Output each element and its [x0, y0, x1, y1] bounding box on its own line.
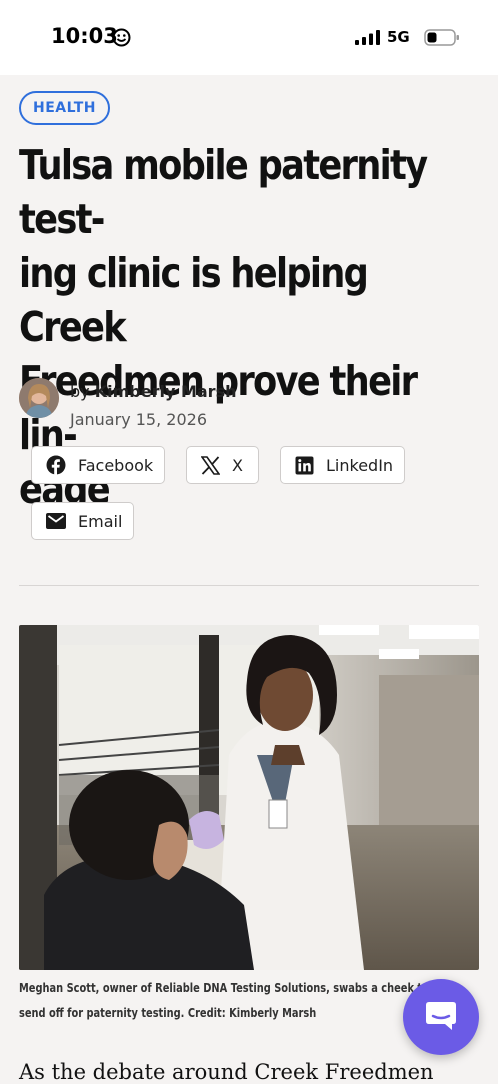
- envelope-icon: [46, 513, 66, 529]
- photo-caption: Meghan Scott, owner of Reliable DNA Test…: [19, 981, 429, 1020]
- network-label: 5G: [387, 28, 410, 46]
- battery-icon: [424, 29, 460, 50]
- category-tag[interactable]: HEALTH: [19, 91, 110, 125]
- publish-date: January 15, 2026: [70, 410, 207, 429]
- headline-line: ing clinic is helping Creek: [19, 249, 369, 351]
- signal-icon: [355, 30, 380, 49]
- divider: [19, 585, 479, 586]
- headline-line: Freedmen prove their lin-: [19, 357, 418, 459]
- byline: by Kimberly Marsh: [70, 382, 236, 401]
- share-email-button[interactable]: Email: [31, 502, 134, 540]
- article-photo[interactable]: [19, 625, 479, 970]
- share-facebook-label: Facebook: [78, 455, 154, 475]
- share-linkedin-label: LinkedIn: [326, 455, 394, 475]
- smiley-icon: [112, 28, 131, 51]
- author-name[interactable]: Kimberly Marsh: [95, 382, 237, 401]
- facebook-icon: [46, 455, 66, 475]
- share-linkedin-button[interactable]: LinkedIn: [280, 446, 405, 484]
- x-logo-icon: [201, 455, 220, 475]
- linkedin-icon: [295, 456, 314, 475]
- article-body-start: As the debate around Creek Freedmen: [19, 1060, 434, 1084]
- headline-line: Tulsa mobile paternity test-: [19, 141, 428, 243]
- status-bar: 10:03 5G: [0, 0, 498, 75]
- byline-prefix: by: [70, 382, 90, 401]
- share-email-label: Email: [78, 511, 123, 531]
- chat-bubble-icon: [424, 999, 458, 1035]
- chat-button[interactable]: [403, 979, 479, 1055]
- author-avatar[interactable]: [19, 378, 59, 418]
- status-time: 10:03: [51, 24, 118, 48]
- share-x-label: X: [232, 455, 243, 475]
- share-x-button[interactable]: X: [186, 446, 259, 484]
- share-facebook-button[interactable]: Facebook: [31, 446, 165, 484]
